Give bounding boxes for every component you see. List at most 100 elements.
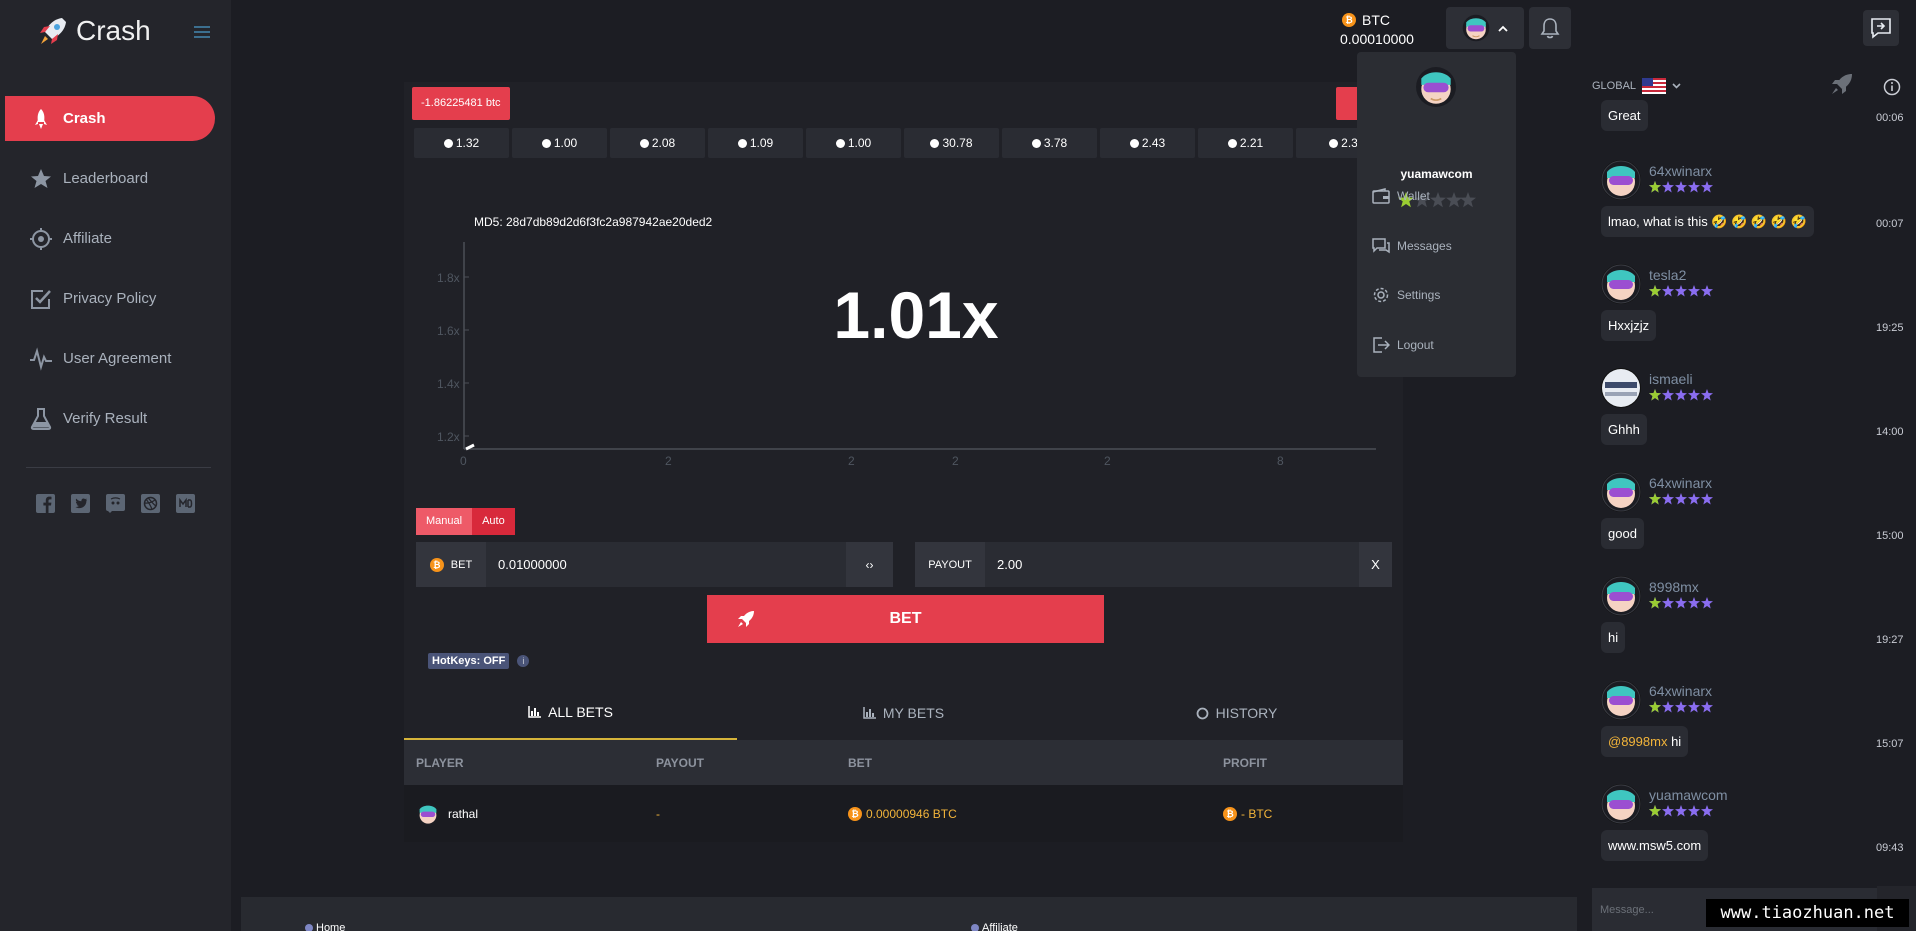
bet-adjust-button[interactable]: ‹› xyxy=(846,542,893,587)
avatar[interactable] xyxy=(1601,264,1641,304)
history-chip[interactable]: 30.78 xyxy=(904,128,999,158)
logo[interactable]: Crash xyxy=(36,14,151,48)
payout-box: PAYOUT X xyxy=(915,542,1392,587)
discord-icon[interactable] xyxy=(106,494,125,513)
menu-item-messages[interactable]: Messages xyxy=(1372,238,1452,254)
wallet-icon xyxy=(1372,188,1390,204)
message-text: lmao, what is this 🤣 🤣 🤣 🤣 🤣 xyxy=(1601,206,1814,237)
message-text: Hxxjzjz xyxy=(1601,310,1657,341)
menu-item-settings[interactable]: Settings xyxy=(1372,286,1440,304)
avatar[interactable] xyxy=(1601,576,1641,616)
history-value: 1.00 xyxy=(847,136,872,150)
avatar[interactable] xyxy=(1601,472,1641,512)
history-chip[interactable]: 1.00 xyxy=(806,128,901,158)
sidebar-item-privacy-policy[interactable]: Privacy Policy xyxy=(0,276,231,321)
x-tick-label: 2 xyxy=(665,454,672,468)
message-mention[interactable]: @8998mx xyxy=(1608,734,1667,749)
message-username[interactable]: ismaeli xyxy=(1649,371,1693,387)
chat-messages: Great 00:06 64xwinarx lmao, what is this… xyxy=(1587,100,1916,887)
facebook-icon[interactable] xyxy=(36,494,55,513)
menu-item-logout[interactable]: Logout xyxy=(1372,337,1434,353)
rocket-icon xyxy=(29,107,53,131)
bet-amount: 0.00000946 BTC xyxy=(866,806,957,821)
history-icon xyxy=(1196,707,1209,720)
twitter-icon[interactable] xyxy=(71,494,90,513)
message-username[interactable]: 64xwinarx xyxy=(1649,683,1712,699)
user-rating xyxy=(1649,805,1713,817)
message-time: 15:00 xyxy=(1876,530,1904,542)
gear-icon xyxy=(1372,286,1390,304)
chip-icon xyxy=(1129,138,1139,148)
bet-amount-box: ₿ BET ‹› xyxy=(416,542,893,587)
history-chip[interactable]: 1.32 xyxy=(414,128,509,158)
message-time: 15:07 xyxy=(1876,738,1904,750)
x-tick-label: 8 xyxy=(1277,454,1284,468)
mode-manual-button[interactable]: Manual xyxy=(416,508,473,535)
player-name[interactable]: rathal xyxy=(448,807,478,821)
sidebar-item-verify-result[interactable]: Verify Result xyxy=(0,396,231,441)
avatar[interactable] xyxy=(1601,680,1641,720)
avatar[interactable] xyxy=(1601,160,1641,200)
medium-icon[interactable] xyxy=(176,494,195,513)
chat-channel-selector[interactable]: GLOBAL xyxy=(1592,78,1681,94)
message-username[interactable]: 64xwinarx xyxy=(1649,475,1712,491)
profit-amount: - BTC xyxy=(1241,806,1273,821)
message-username[interactable]: yuamawcom xyxy=(1649,787,1728,803)
sidebar-item-leaderboard[interactable]: Leaderboard xyxy=(0,156,231,201)
user-rating xyxy=(1649,389,1713,401)
rocket-icon[interactable] xyxy=(1830,72,1854,96)
sidebar-item-crash[interactable]: Crash xyxy=(5,96,215,141)
menu-item-label: Wallet xyxy=(1397,189,1430,203)
message-username[interactable]: tesla2 xyxy=(1649,267,1686,283)
toggle-chat-button[interactable] xyxy=(1863,10,1899,46)
message-username[interactable]: 64xwinarx xyxy=(1649,163,1712,179)
history-value: 2.3 xyxy=(1341,136,1358,150)
mode-auto-button[interactable]: Auto xyxy=(472,508,515,535)
footer-link-affiliate[interactable]: Affiliate xyxy=(971,922,1018,931)
avatar[interactable] xyxy=(1601,784,1641,824)
bets-table-header: PLAYER PAYOUT BET PROFIT xyxy=(404,740,1403,785)
payout-input[interactable] xyxy=(985,542,1359,587)
column-player: PLAYER xyxy=(416,755,464,770)
history-chip[interactable]: 1.00 xyxy=(512,128,607,158)
home-icon xyxy=(305,924,313,931)
history-chip[interactable]: 2.21 xyxy=(1198,128,1293,158)
avatar[interactable] xyxy=(1601,368,1641,408)
history-chip[interactable]: 2.08 xyxy=(610,128,705,158)
user-menu-button[interactable] xyxy=(1446,7,1524,49)
hotkeys-badge[interactable]: HotKeys: OFF xyxy=(428,653,510,669)
message-username[interactable]: 8998mx xyxy=(1649,579,1699,595)
pulse-icon xyxy=(29,346,53,371)
info-icon[interactable] xyxy=(1883,78,1901,96)
hotkeys-toggle[interactable]: HotKeys: OFF i xyxy=(428,653,530,669)
menu-item-wallet[interactable]: Wallet xyxy=(1372,188,1430,204)
user-rating xyxy=(1649,493,1713,505)
sidebar-nav: Crash Leaderboard Affiliate Privacy Poli… xyxy=(0,96,231,456)
dribbble-icon[interactable] xyxy=(141,494,160,513)
balance-display[interactable]: ₿ BTC 0.00010000 xyxy=(1340,12,1414,47)
tab-my-bets[interactable]: MY BETS xyxy=(737,686,1070,740)
sidebar-item-user-agreement[interactable]: User Agreement xyxy=(0,336,231,381)
history-chip[interactable]: 3.78 xyxy=(1002,128,1097,158)
tab-history[interactable]: HISTORY xyxy=(1070,686,1403,740)
footer-link-label: Affiliate xyxy=(982,922,1018,931)
message-text: Great xyxy=(1601,100,1648,131)
user-dropdown-menu: yuamawcom Wallet Messages Settings Logou… xyxy=(1357,52,1516,377)
payout-clear-button[interactable]: X xyxy=(1359,542,1392,587)
notifications-button[interactable] xyxy=(1529,7,1571,49)
info-icon[interactable]: i xyxy=(517,655,530,667)
table-row[interactable]: rathal - ₿ 0.00000946 BTC ₿ - BTC xyxy=(404,785,1403,842)
bet-amount-input[interactable] xyxy=(486,542,846,587)
history-value: 30.78 xyxy=(942,136,973,150)
menu-item-label: Logout xyxy=(1397,338,1434,352)
tab-all-bets[interactable]: ALL BETS xyxy=(404,686,737,740)
game-panel: -1.86225481 btc 1.32 1.00 2.08 1.09 1.00… xyxy=(404,82,1403,842)
rocket-logo-icon xyxy=(36,14,70,48)
menu-toggle-icon[interactable] xyxy=(194,24,212,40)
place-bet-button[interactable]: BET xyxy=(707,595,1104,643)
footer-link-home[interactable]: Home xyxy=(305,922,345,931)
bet-button-label: BET xyxy=(889,610,922,627)
sidebar-item-affiliate[interactable]: Affiliate xyxy=(0,216,231,261)
history-chip[interactable]: 1.09 xyxy=(708,128,803,158)
history-chip[interactable]: 2.43 xyxy=(1100,128,1195,158)
